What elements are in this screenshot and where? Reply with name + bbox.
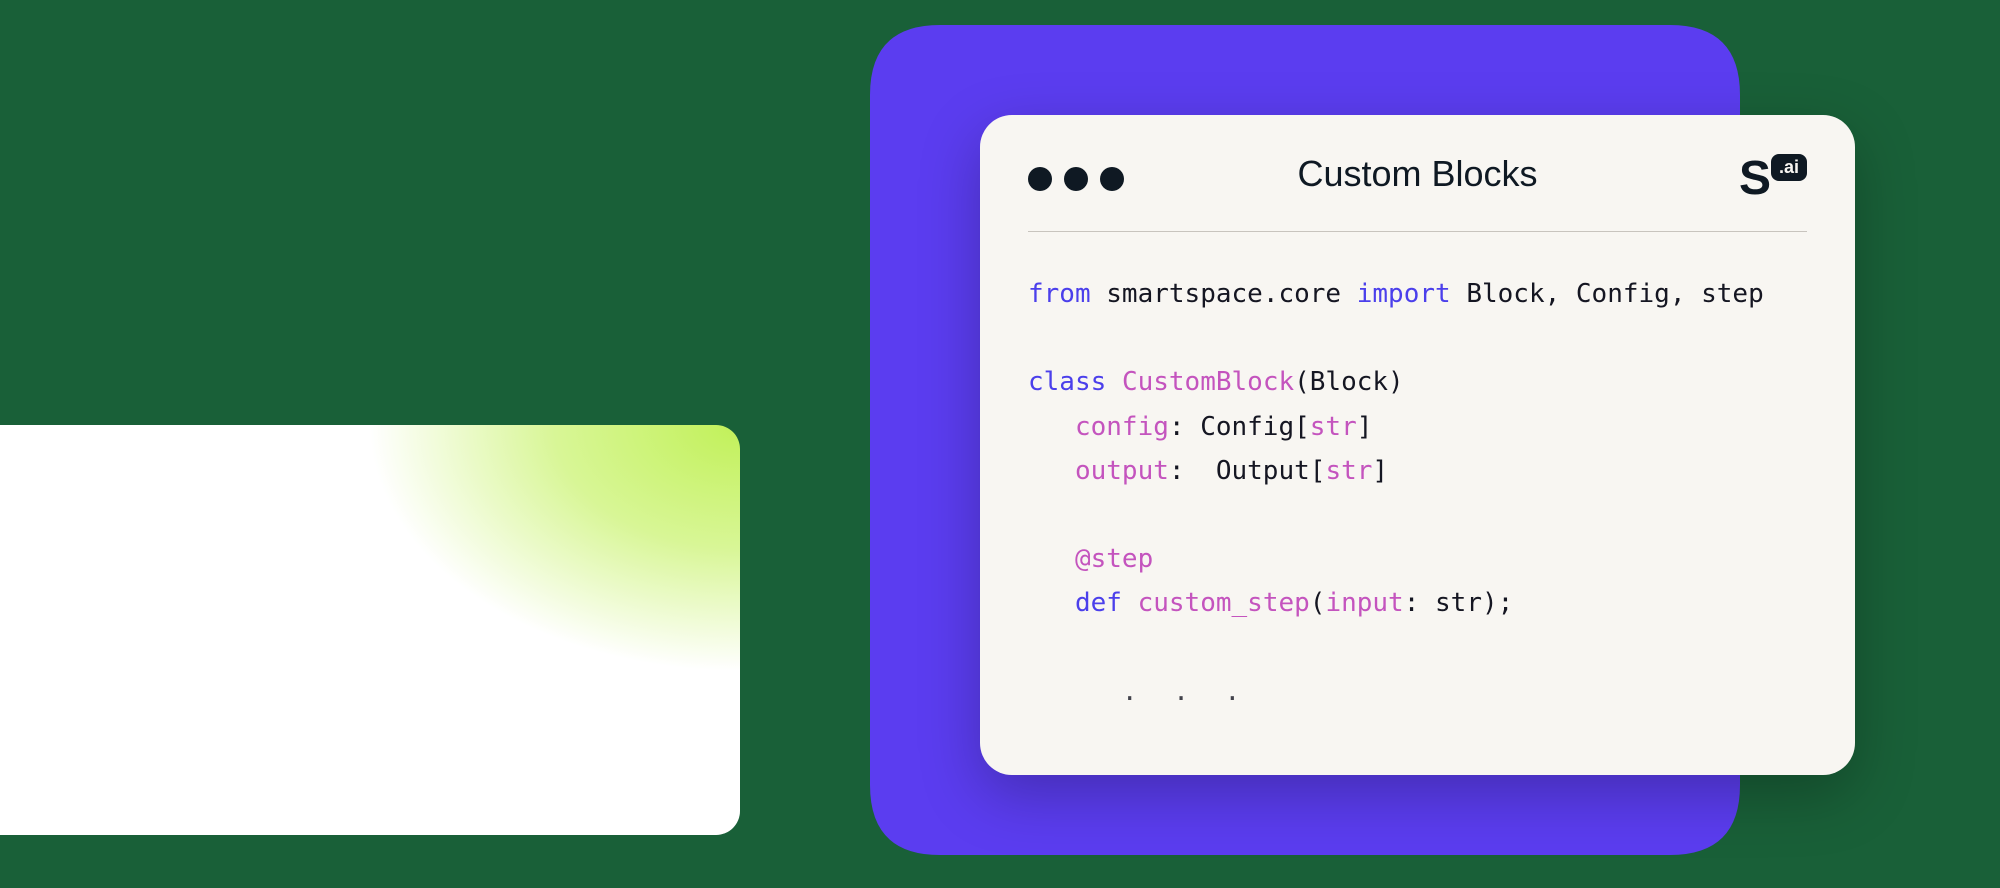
logo-letter: S	[1739, 155, 1769, 203]
attr-config: config	[1075, 412, 1169, 442]
param-name: input	[1325, 588, 1403, 618]
type-annotation: : Output[	[1169, 456, 1326, 486]
green-gradient-panel	[0, 425, 740, 835]
keyword-class: class	[1028, 367, 1106, 397]
keyword-from: from	[1028, 279, 1091, 309]
keyword-import: import	[1357, 279, 1451, 309]
code-ellipsis: . . .	[1122, 677, 1250, 707]
window-title: Custom Blocks	[1297, 153, 1537, 195]
module-name: smartspace.core	[1106, 279, 1341, 309]
type-param: str	[1325, 456, 1372, 486]
class-parent: (Block)	[1294, 367, 1404, 397]
decorator-step: @step	[1075, 544, 1153, 574]
logo: S .ai	[1739, 155, 1807, 203]
keyword-def: def	[1075, 588, 1122, 618]
traffic-light-maximize[interactable]	[1100, 167, 1124, 191]
traffic-light-close[interactable]	[1028, 167, 1052, 191]
type-param: str	[1310, 412, 1357, 442]
import-names: Block, Config, step	[1466, 279, 1763, 309]
function-name: custom_step	[1138, 588, 1310, 618]
window-header: Custom Blocks S .ai	[1028, 155, 1807, 232]
logo-badge: .ai	[1771, 154, 1807, 181]
class-name: CustomBlock	[1122, 367, 1294, 397]
param-type: str	[1435, 588, 1482, 618]
type-annotation: : Config[	[1169, 412, 1310, 442]
traffic-light-minimize[interactable]	[1064, 167, 1088, 191]
traffic-lights	[1028, 167, 1124, 191]
code-window: Custom Blocks S .ai from smartspace.core…	[980, 115, 1855, 775]
attr-output: output	[1075, 456, 1169, 486]
code-content: from smartspace.core import Block, Confi…	[1028, 232, 1807, 714]
